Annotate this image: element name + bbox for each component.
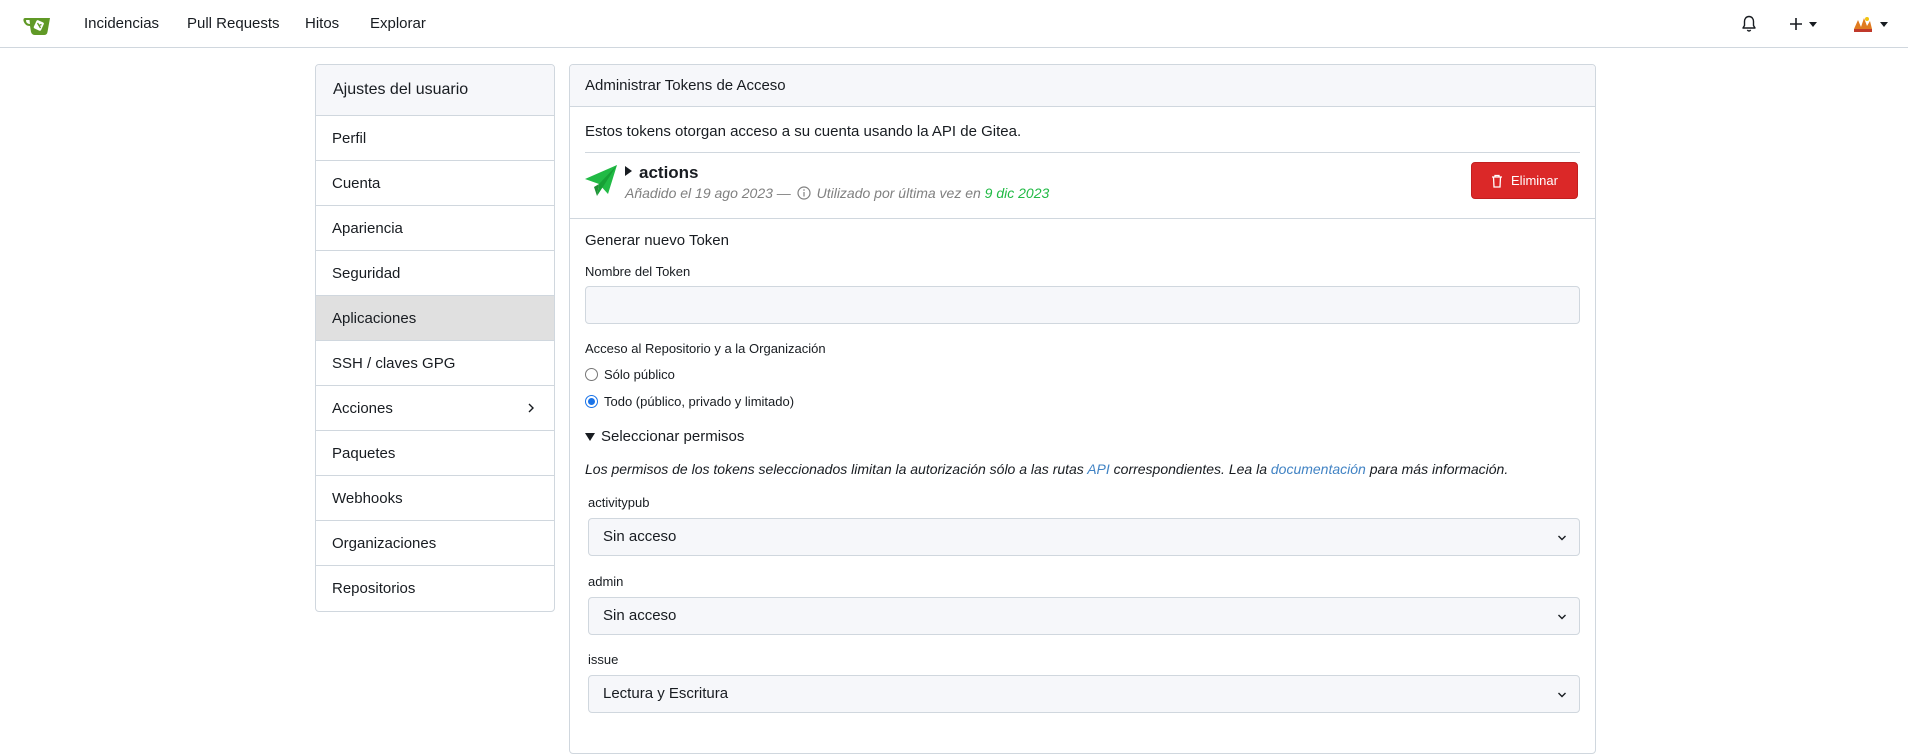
chevron-down-icon xyxy=(1558,614,1566,620)
sidebar-item-aplicaciones[interactable]: Aplicaciones xyxy=(316,296,554,341)
scope-select-admin[interactable]: Sin acceso xyxy=(588,597,1580,635)
chevron-down-icon xyxy=(1809,21,1817,27)
select-permissions-toggle[interactable]: Seleccionar permisos xyxy=(585,428,744,445)
top-navbar: Incidencias Pull Requests Hitos Explorar xyxy=(0,0,1908,48)
token-last-used-label: Utilizado por última vez en xyxy=(816,185,981,201)
gitea-logo-icon[interactable] xyxy=(22,12,52,36)
tokens-intro-text: Estos tokens otorgan acceso a su cuenta … xyxy=(585,123,1022,140)
sidebar-item-repositorios[interactable]: Repositorios xyxy=(316,566,554,611)
sidebar-item-webhooks[interactable]: Webhooks xyxy=(316,476,554,521)
permissions-help-text: Los permisos de los tokens seleccionados… xyxy=(585,461,1509,477)
send-icon xyxy=(585,165,617,196)
token-name[interactable]: actions xyxy=(625,163,699,183)
repo-access-label: Acceso al Repositorio y a la Organizació… xyxy=(585,341,826,356)
sidebar-item-apariencia[interactable]: Apariencia xyxy=(316,206,554,251)
scope-label-issue: issue xyxy=(588,652,619,667)
radio-all[interactable]: Todo (público, privado y limitado) xyxy=(585,394,794,409)
token-last-used-date: 9 dic 2023 xyxy=(984,185,1050,201)
user-menu[interactable] xyxy=(1852,12,1888,36)
scope-label-admin: admin xyxy=(588,574,624,589)
radio-public-only[interactable]: Sólo público xyxy=(585,367,675,382)
delete-token-button[interactable]: Eliminar xyxy=(1471,162,1578,199)
radio-button[interactable] xyxy=(585,368,598,381)
sidebar-item-cuenta[interactable]: Cuenta xyxy=(316,161,554,206)
token-name-input[interactable] xyxy=(585,286,1580,324)
sidebar-item-perfil[interactable]: Perfil xyxy=(316,116,554,161)
chevron-down-icon xyxy=(1558,535,1566,541)
nav-link-pull-requests[interactable]: Pull Requests xyxy=(187,0,280,48)
nav-link-explorar[interactable]: Explorar xyxy=(370,0,426,48)
generate-token-title: Generar nuevo Token xyxy=(585,232,729,249)
token-added: Añadido el 19 ago 2023 — xyxy=(625,185,791,201)
access-tokens-panel: Administrar Tokens de Acceso Estos token… xyxy=(569,64,1596,754)
token-name-label: Nombre del Token xyxy=(585,264,691,279)
documentation-link[interactable]: documentación xyxy=(1271,461,1366,477)
expand-triangle-icon xyxy=(625,166,632,176)
sidebar-item-ssh-gpg[interactable]: SSH / claves GPG xyxy=(316,341,554,386)
plus-icon xyxy=(1790,18,1802,30)
sidebar-item-label: Acciones xyxy=(332,400,393,417)
avatar xyxy=(1852,13,1874,35)
sidebar-item-organizaciones[interactable]: Organizaciones xyxy=(316,521,554,566)
chevron-right-icon xyxy=(528,403,534,413)
api-link[interactable]: API xyxy=(1087,461,1110,477)
divider xyxy=(570,218,1595,219)
nav-link-hitos[interactable]: Hitos xyxy=(305,0,339,48)
sidebar-item-acciones[interactable]: Acciones xyxy=(316,386,554,431)
divider xyxy=(585,152,1580,153)
chevron-down-icon xyxy=(1558,692,1566,698)
scope-label-activitypub: activitypub xyxy=(588,495,650,510)
settings-sidebar: Ajustes del usuario Perfil Cuenta Aparie… xyxy=(315,64,555,612)
sidebar-item-paquetes[interactable]: Paquetes xyxy=(316,431,554,476)
chevron-down-icon xyxy=(1880,21,1888,27)
create-menu[interactable] xyxy=(1789,12,1817,36)
expanded-triangle-icon xyxy=(585,432,595,441)
nav-link-incidencias[interactable]: Incidencias xyxy=(84,0,159,48)
token-meta: Añadido el 19 ago 2023 — Utilizado por ú… xyxy=(625,185,1049,201)
info-icon xyxy=(797,186,811,200)
scope-select-issue[interactable]: Lectura y Escritura xyxy=(588,675,1580,713)
sidebar-title: Ajustes del usuario xyxy=(316,65,554,116)
sidebar-item-seguridad[interactable]: Seguridad xyxy=(316,251,554,296)
trash-icon xyxy=(1492,174,1503,188)
bell-icon[interactable] xyxy=(1741,12,1757,36)
panel-title: Administrar Tokens de Acceso xyxy=(570,65,1595,107)
scope-select-activitypub[interactable]: Sin acceso xyxy=(588,518,1580,556)
radio-button[interactable] xyxy=(585,395,598,408)
